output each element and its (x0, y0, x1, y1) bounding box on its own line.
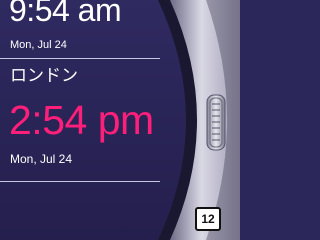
watch-crown-icon[interactable] (206, 94, 226, 151)
watch-bezel (158, 0, 240, 240)
count-badge: 12 (195, 207, 221, 231)
